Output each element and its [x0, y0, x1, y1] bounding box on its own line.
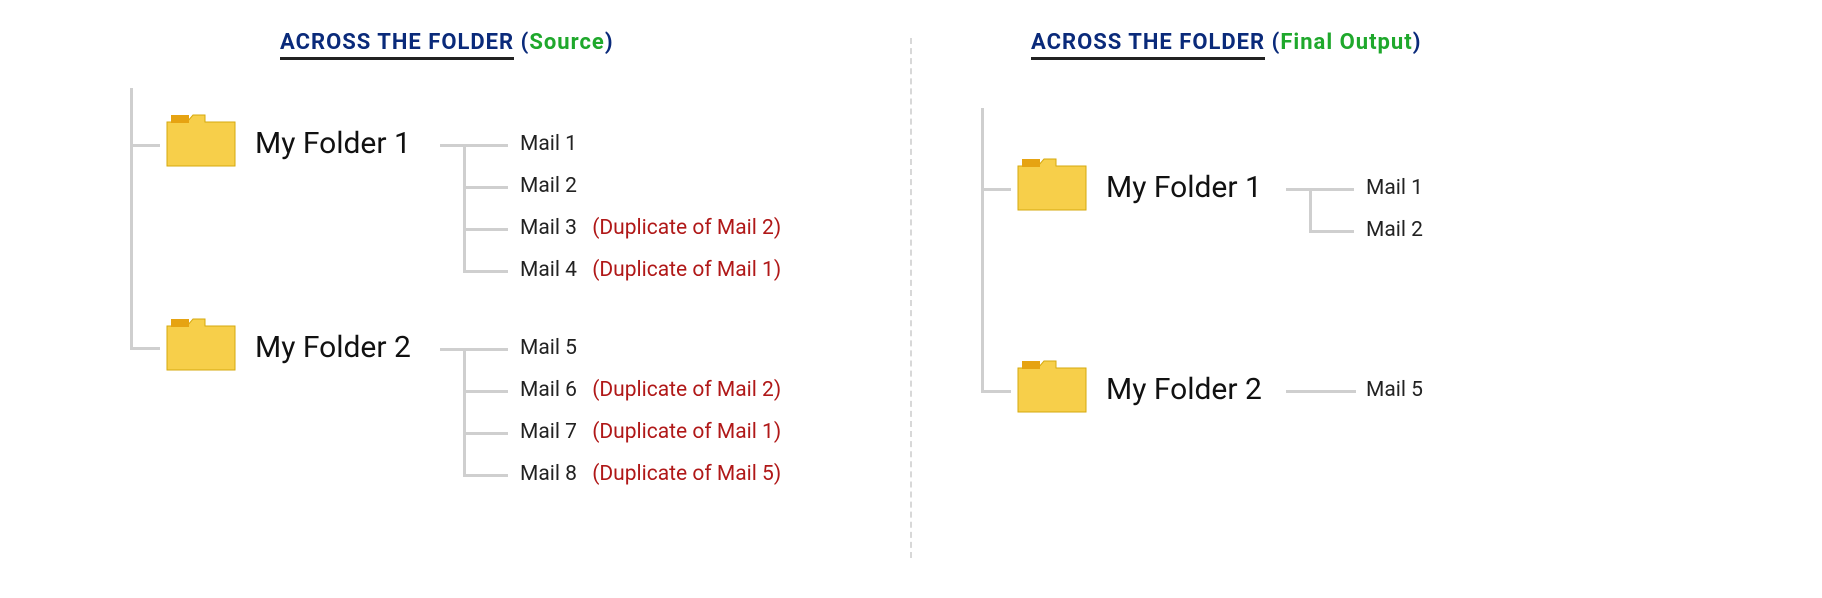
tree-line [981, 108, 984, 392]
folder-label: My Folder 1 [255, 126, 411, 161]
mail-name: Mail 2 [520, 174, 577, 198]
mail-item: Mail 5 [520, 336, 587, 360]
tree-line [130, 347, 160, 350]
tree-line [463, 432, 508, 435]
tree-line [440, 348, 465, 351]
tree-line [981, 188, 1011, 191]
folder-icon [165, 316, 237, 372]
folder-icon [1016, 156, 1088, 212]
tree-line [130, 88, 133, 350]
tree-line [440, 144, 465, 147]
mail-item: Mail 3 (Duplicate of Mail 2) [520, 216, 781, 240]
tree-line [463, 348, 466, 474]
tree-line [463, 270, 508, 273]
source-heading: ACROSS THE FOLDER (Source) [280, 30, 614, 55]
folder-label: My Folder 2 [255, 330, 411, 365]
output-heading: ACROSS THE FOLDER (Final Output) [1031, 30, 1421, 55]
folder-label: My Folder 1 [1106, 170, 1262, 205]
panel-divider [910, 38, 912, 558]
mail-name: Mail 7 [520, 420, 577, 444]
tree-line [463, 144, 508, 147]
tree-line [1309, 230, 1354, 233]
mail-item: Mail 7 (Duplicate of Mail 1) [520, 420, 781, 444]
tree-line [463, 474, 508, 477]
tree-line [463, 348, 508, 351]
mail-name: Mail 8 [520, 462, 577, 486]
mail-name: Mail 3 [520, 216, 577, 240]
mail-name: Mail 2 [1366, 218, 1423, 242]
tree-line [1286, 390, 1356, 393]
tree-line [130, 144, 160, 147]
tree-line [463, 186, 508, 189]
mail-note: (Duplicate of Mail 2) [592, 378, 781, 402]
folder-icon [1016, 358, 1088, 414]
heading-sub: Source [529, 30, 604, 55]
mail-item: Mail 2 [520, 174, 587, 198]
mail-name: Mail 1 [1366, 176, 1423, 200]
heading-main: ACROSS THE FOLDER [280, 30, 514, 60]
heading-main: ACROSS THE FOLDER [1031, 30, 1265, 60]
mail-note: (Duplicate of Mail 1) [592, 258, 781, 282]
mail-item: Mail 8 (Duplicate of Mail 5) [520, 462, 781, 486]
mail-item: Mail 1 [1366, 176, 1423, 200]
mail-note: (Duplicate of Mail 5) [592, 462, 781, 486]
tree-line [463, 390, 508, 393]
mail-name: Mail 1 [520, 132, 577, 156]
heading-sub: Final Output [1280, 30, 1412, 55]
mail-item: Mail 6 (Duplicate of Mail 2) [520, 378, 781, 402]
folder-icon [165, 112, 237, 168]
mail-item: Mail 4 (Duplicate of Mail 1) [520, 258, 781, 282]
tree-line [1286, 188, 1311, 191]
tree-line [463, 144, 466, 270]
mail-name: Mail 4 [520, 258, 577, 282]
mail-note: (Duplicate of Mail 1) [592, 420, 781, 444]
mail-item: Mail 1 [520, 132, 587, 156]
mail-item: Mail 2 [1366, 218, 1423, 242]
tree-line [1309, 188, 1354, 191]
tree-line [1309, 188, 1312, 230]
tree-line [981, 390, 1011, 393]
mail-item: Mail 5 [1366, 378, 1423, 402]
mail-name: Mail 5 [1366, 378, 1423, 402]
folder-label: My Folder 2 [1106, 372, 1262, 407]
tree-line [463, 228, 508, 231]
mail-name: Mail 6 [520, 378, 577, 402]
mail-name: Mail 5 [520, 336, 577, 360]
mail-note: (Duplicate of Mail 2) [592, 216, 781, 240]
